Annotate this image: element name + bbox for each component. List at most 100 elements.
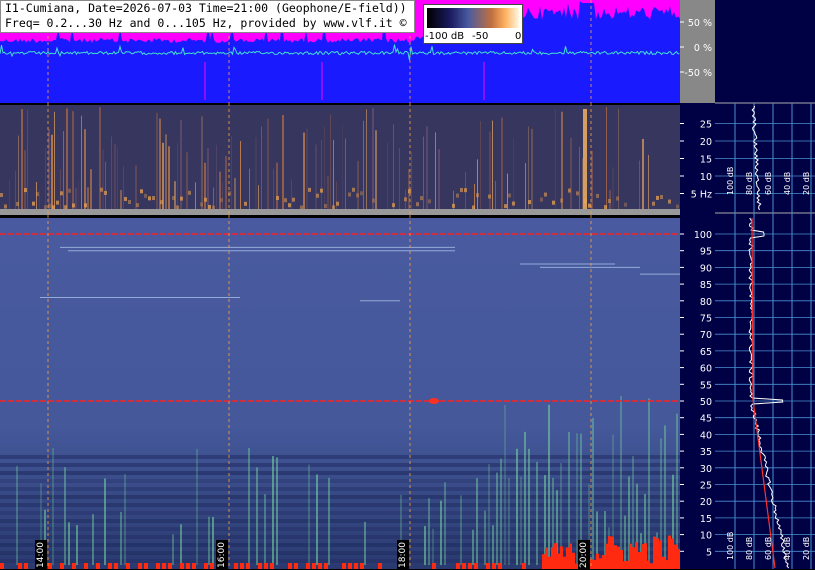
hf-emission xyxy=(64,467,66,565)
hf-red-burst xyxy=(638,552,641,569)
time-label-1400: 14:00 xyxy=(35,540,47,570)
lf-streak xyxy=(561,111,563,211)
hf-red-burst xyxy=(456,563,460,569)
lf-speckle xyxy=(544,192,547,197)
hf-emission xyxy=(208,516,210,565)
lf-speckle xyxy=(204,197,207,202)
lf-streak xyxy=(570,137,572,211)
hf-red-burst xyxy=(468,563,472,569)
lf-streak xyxy=(102,149,104,211)
hf-red-burst xyxy=(557,553,560,569)
hf-tick-label: 5 xyxy=(706,547,712,558)
lf-streak xyxy=(201,116,203,211)
lf-speckle xyxy=(100,187,103,192)
lf-streak xyxy=(231,136,232,211)
lf-streak xyxy=(240,141,241,211)
hf-tick-label: 100 xyxy=(694,230,712,241)
lf-streak xyxy=(477,159,478,211)
hf-emission xyxy=(172,534,174,565)
lf-tick-label: 25 xyxy=(700,120,712,131)
hf-red-burst xyxy=(629,543,632,569)
hf-red-burst xyxy=(294,563,298,569)
lf-speckle xyxy=(300,205,303,210)
colorbar-tick-min: -100 dB xyxy=(425,31,465,42)
lf-streak xyxy=(84,129,86,211)
lf-streak xyxy=(606,107,607,211)
lf-streak xyxy=(333,139,334,211)
hf-red-burst xyxy=(126,563,130,569)
hf-red-burst xyxy=(593,559,596,569)
hf-red-burst xyxy=(180,563,184,569)
lf-speckle xyxy=(560,198,563,203)
lf-streak xyxy=(282,115,284,211)
hf-red-burst xyxy=(138,563,142,569)
lf-speckle xyxy=(336,201,339,206)
lf-speckle xyxy=(176,205,179,210)
lf-streak xyxy=(9,179,10,211)
lf-speckle xyxy=(160,200,163,205)
profile-db-label-lf: 40 dB xyxy=(783,172,792,195)
lf-streak xyxy=(375,130,377,211)
lf-spectrogram xyxy=(0,103,680,215)
hf-red-burst xyxy=(632,547,635,569)
lf-streak xyxy=(555,109,556,211)
header-box: I1-Cumiana, Date=2026-07-03 Time=21:00 (… xyxy=(0,0,415,33)
hf-red-burst xyxy=(0,563,4,569)
hf-emission xyxy=(504,405,506,565)
hf-red-burst xyxy=(144,563,148,569)
hf-red-burst xyxy=(306,563,310,569)
hf-red-burst xyxy=(60,563,64,569)
lf-streak xyxy=(357,160,359,211)
hf-red-burst xyxy=(617,546,620,569)
lf-speckle xyxy=(324,204,327,209)
hf-tick-label: 20 xyxy=(700,497,712,508)
hf-tick-label: 40 xyxy=(700,430,712,441)
hf-emission xyxy=(76,525,78,565)
lf-streak xyxy=(426,126,428,211)
hf-red-burst xyxy=(668,535,671,569)
hf-red-burst xyxy=(650,563,653,569)
hf-red-burst xyxy=(605,543,608,569)
hf-red-burst xyxy=(620,549,623,569)
hf-red-burst xyxy=(545,547,548,569)
lf-speckle xyxy=(72,203,75,208)
lf-streak xyxy=(345,138,346,211)
hf-red-burst xyxy=(659,540,662,569)
lf-streak xyxy=(642,138,644,211)
lf-streak xyxy=(15,170,16,211)
lf-speckle xyxy=(0,192,3,197)
hf-emission xyxy=(488,464,490,565)
lf-speckle xyxy=(244,201,247,206)
lf-speckle xyxy=(540,197,543,202)
hf-emission xyxy=(496,472,498,565)
lf-speckle xyxy=(4,204,7,209)
hf-tick-label: 45 xyxy=(700,414,712,425)
lf-speckle xyxy=(656,195,659,200)
lf-speckle xyxy=(596,193,599,198)
lf-streak xyxy=(366,109,367,211)
lf-speckle xyxy=(136,203,139,208)
hf-emission xyxy=(664,425,666,565)
hf-red-burst xyxy=(324,563,328,569)
lf-streak xyxy=(495,180,496,211)
lf-streak xyxy=(648,154,649,211)
profile-db-label-lf: 60 dB xyxy=(764,172,773,195)
hf-red-burst xyxy=(542,554,545,569)
hf-red-burst xyxy=(210,563,214,569)
lf-streak xyxy=(120,190,122,211)
lf-speckle xyxy=(276,196,279,201)
hf-emission xyxy=(52,448,54,565)
lf-speckle xyxy=(36,192,39,197)
profile-db-label-lf: 100 dB xyxy=(726,167,735,195)
hf-red-burst xyxy=(318,563,322,569)
lf-streak xyxy=(24,150,26,211)
lf-streak xyxy=(186,152,188,211)
lf-streak xyxy=(411,151,412,211)
lf-speckle xyxy=(404,197,407,202)
hf-emission xyxy=(508,477,510,565)
hf-emission xyxy=(120,511,122,565)
hf-red-burst xyxy=(24,563,28,569)
hf-emission xyxy=(364,521,366,565)
hf-red-burst xyxy=(162,563,166,569)
lf-streak xyxy=(45,148,46,211)
